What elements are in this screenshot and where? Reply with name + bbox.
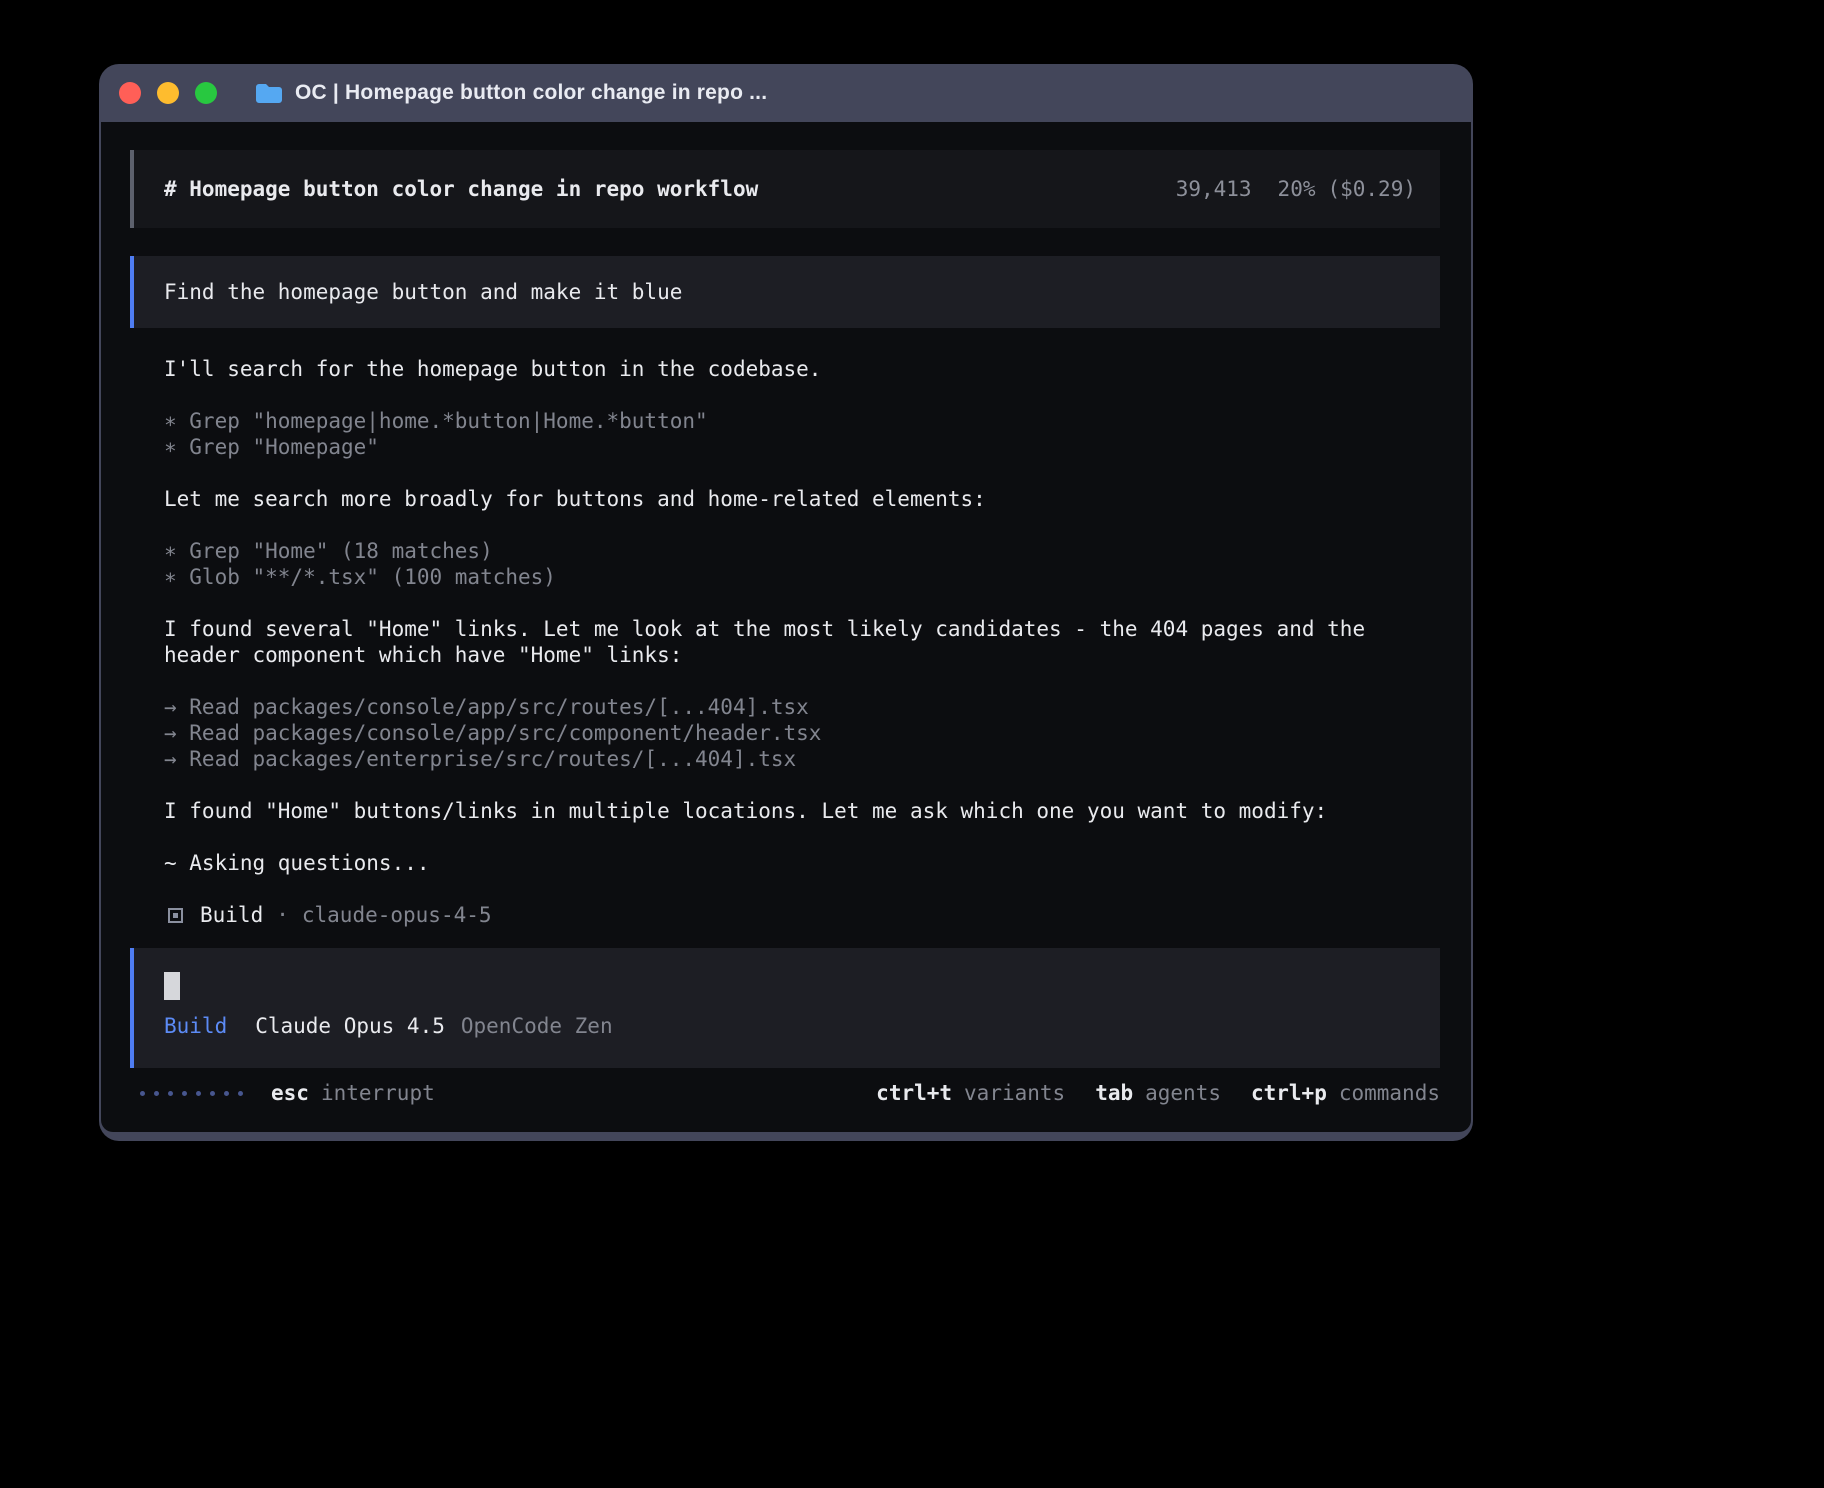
assistant-text: Let me search more broadly for buttons a… [164, 486, 1394, 512]
session-header: # Homepage button color change in repo w… [130, 150, 1440, 228]
variants-key: ctrl+t [876, 1080, 952, 1106]
session-stats: 39,413 20% ($0.29) [1176, 176, 1416, 202]
context-percent: 20% [1278, 176, 1316, 202]
assistant-text: I'll search for the homepage button in t… [164, 356, 1394, 382]
token-count: 39,413 [1176, 176, 1252, 202]
zoom-button[interactable] [195, 82, 217, 104]
prompt-input[interactable]: Build Claude Opus 4.5 OpenCode Zen [130, 948, 1440, 1068]
input-model-label: Claude Opus 4.5 [255, 1013, 445, 1039]
user-message-text: Find the homepage button and make it blu… [164, 279, 682, 305]
hint-agents: tab agents [1095, 1080, 1221, 1106]
terminal-content: # Homepage button color change in repo w… [101, 122, 1471, 1132]
tool-call-grep: ∗ Grep "homepage|home.*button|Home.*butt… [164, 408, 1394, 434]
assistant-text: I found several "Home" links. Let me loo… [164, 616, 1394, 668]
tool-call-read: → Read packages/console/app/src/componen… [164, 720, 1394, 746]
minimize-button[interactable] [157, 82, 179, 104]
input-provider-label: OpenCode Zen [461, 1013, 613, 1039]
tool-call-glob: ∗ Glob "**/*.tsx" (100 matches) [164, 564, 1394, 590]
folder-icon [255, 82, 283, 104]
agents-key: tab [1095, 1080, 1133, 1106]
hint-variants: ctrl+t variants [876, 1080, 1065, 1106]
terminal-window: OC | Homepage button color change in rep… [99, 64, 1473, 1141]
input-agent-label: Build [164, 1013, 227, 1039]
title-bar: OC | Homepage button color change in rep… [101, 64, 1471, 122]
assistant-text: I found "Home" buttons/links in multiple… [164, 798, 1394, 824]
tool-call-read: → Read packages/enterprise/src/routes/[.… [164, 746, 1394, 772]
agent-model: claude-opus-4-5 [302, 902, 492, 928]
transcript: I'll search for the homepage button in t… [130, 356, 1394, 928]
window-title: OC | Homepage button color change in rep… [295, 81, 767, 105]
tool-call-read: → Read packages/console/app/src/routes/[… [164, 694, 1394, 720]
commands-key: ctrl+p [1251, 1080, 1327, 1106]
variants-label: variants [964, 1080, 1065, 1106]
user-message: Find the homepage button and make it blu… [130, 256, 1440, 328]
hotkey-hints: ctrl+t variants tab agents ctrl+p comman… [876, 1080, 1440, 1106]
tool-call-grep: ∗ Grep "Home" (18 matches) [164, 538, 1394, 564]
status-bar: esc interrupt ctrl+t variants tab agents… [130, 1080, 1440, 1106]
assistant-status-text: ~ Asking questions... [164, 850, 1394, 876]
session-cost: ($0.29) [1327, 176, 1416, 202]
tool-call-grep: ∗ Grep "Homepage" [164, 434, 1394, 460]
checkbox-icon [168, 908, 183, 923]
close-button[interactable] [119, 82, 141, 104]
session-title: # Homepage button color change in repo w… [164, 176, 758, 202]
esc-key: esc [271, 1080, 309, 1106]
hint-interrupt: esc interrupt [271, 1080, 435, 1106]
hint-commands: ctrl+p commands [1251, 1080, 1440, 1106]
agent-name: Build [200, 902, 263, 928]
text-cursor [164, 972, 180, 1000]
agent-status-line: Build · claude-opus-4-5 [164, 902, 1394, 928]
esc-label: interrupt [321, 1080, 435, 1106]
agents-label: agents [1145, 1080, 1221, 1106]
commands-label: commands [1339, 1080, 1440, 1106]
agent-separator: · [276, 902, 289, 928]
spinner-dots-icon [140, 1091, 243, 1096]
model-row: Build Claude Opus 4.5 OpenCode Zen [164, 1013, 1440, 1039]
